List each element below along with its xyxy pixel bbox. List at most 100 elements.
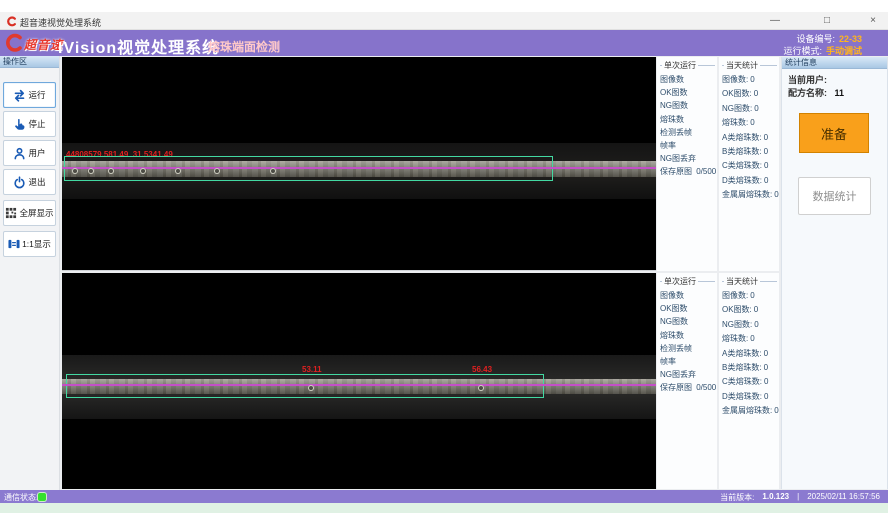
fullscreen-button[interactable]: 全屏显示 [3, 200, 56, 226]
recipe-name-value: 11 [835, 88, 845, 98]
today-title: 当天统计 [726, 276, 758, 287]
stat-row: C类熔珠数:0 [722, 376, 779, 390]
save-raw-label: 保存原图 [660, 383, 692, 392]
camera-view-top[interactable]: 44808579.581.49 31.5341.49 [62, 57, 656, 271]
stat-row-save-raw: 保存原图 0/500 [660, 166, 717, 179]
version-separator: | [797, 492, 799, 503]
stat-row: D类熔珠数:0 [722, 175, 779, 189]
stat-row: 熔珠数:0 [722, 333, 779, 347]
stat-row: 熔珠数:0 [722, 117, 779, 131]
today-title: 当天统计 [726, 60, 758, 71]
exit-button[interactable]: 退出 [3, 169, 56, 195]
stat-row: NG图数:0 [722, 103, 779, 117]
comm-status-indicator [38, 493, 46, 501]
window-titlebar: 超音速视觉处理系统 — □ × [0, 12, 888, 30]
user-icon [13, 147, 26, 160]
status-bar: 通信状态: 当前版本: 1.0.123 | 2025/02/11 16:57:5… [0, 490, 888, 503]
version-area: 当前版本: 1.0.123 | 2025/02/11 16:57:56 [720, 492, 880, 503]
stat-row: 帧率 [660, 140, 717, 153]
stat-row: NG图数:0 [722, 319, 779, 333]
datetime-value: 2025/02/11 16:57:56 [807, 492, 880, 503]
main-area: 操作区 运行 停止 [0, 56, 888, 490]
minimize-button[interactable]: — [760, 13, 790, 29]
stat-row: 图像数:0 [722, 290, 779, 304]
user-button-label: 用户 [28, 147, 45, 159]
exit-button-label: 退出 [28, 176, 45, 188]
one-to-one-icon [8, 238, 20, 250]
single-run-stats-bottom: 单次运行 图像数 OK图数 NG图数 熔珠数 检测丢帧 帧率 NG图丢弃 保存原… [657, 273, 717, 489]
camera1-bead-centerline [62, 167, 656, 169]
single-run-title: 单次运行 [664, 276, 696, 287]
stat-row: 金属屑熔珠数:0 [722, 189, 779, 203]
user-button[interactable]: 用户 [3, 140, 56, 166]
run-button[interactable]: 运行 [3, 82, 56, 108]
camera2-measurement-label-1: 53.11 [302, 365, 322, 374]
stat-row: OK图数:0 [722, 88, 779, 102]
stat-row: 图像数:0 [722, 74, 779, 88]
stop-button[interactable]: 停止 [3, 111, 56, 137]
stat-row: NG图数 [660, 316, 717, 329]
bead-marker [140, 168, 146, 174]
close-button[interactable]: × [858, 13, 888, 29]
sidebar-title: 操作区 [0, 56, 59, 68]
stat-row: OK图数:0 [722, 304, 779, 318]
stat-row: D类熔珠数:0 [722, 391, 779, 405]
stat-row: NG图数 [660, 100, 717, 113]
camera-view-bottom[interactable]: 53.11 56.43 [62, 273, 656, 489]
stat-row: 图像数 [660, 290, 717, 303]
bead-marker [72, 168, 78, 174]
stat-row: OK图数 [660, 303, 717, 316]
stat-row: 检测丢帧 [660, 127, 717, 140]
single-run-stats-top: 单次运行 图像数 OK图数 NG图数 熔珠数 检测丢帧 帧率 NG图丢弃 保存原… [657, 57, 717, 271]
save-raw-value: 0/500 [696, 383, 716, 392]
run-mode-label: 运行模式: [783, 46, 822, 56]
app-title: IVision视觉处理系统 [58, 34, 219, 58]
fullscreen-grid-icon [5, 207, 17, 219]
camera2-roi-rectangle [66, 374, 544, 398]
current-user-label: 当前用户: [788, 75, 827, 85]
window-bottom-edge [0, 503, 888, 513]
today-stats-top: 当天统计 图像数:0 OK图数:0 NG图数:0 熔珠数:0 A类熔珠数:0 B… [719, 57, 779, 271]
maximize-button[interactable]: □ [812, 13, 842, 29]
app-subtitle: 熔珠端面检测 [208, 38, 280, 55]
stat-row: A类熔珠数:0 [722, 348, 779, 362]
comm-status-label: 通信状态: [4, 492, 38, 503]
ivision-app-window: 超音速视觉处理系统 — □ × 超音速 IVision视觉处理系统 熔珠端面检测… [0, 0, 888, 522]
recipe-name-label: 配方名称: [788, 88, 827, 98]
prepare-button[interactable]: 准备 [799, 113, 869, 153]
version-value: 1.0.123 [762, 492, 789, 503]
stat-row-save-raw: 保存原图 0/500 [660, 382, 717, 395]
camera2-bead-centerline [62, 384, 656, 386]
recipe-name-row: 配方名称: 11 [788, 86, 844, 99]
today-stats-bottom: 当天统计 图像数:0 OK图数:0 NG图数:0 熔珠数:0 A类熔珠数:0 B… [719, 273, 779, 489]
stat-row: B类熔珠数:0 [722, 146, 779, 160]
info-panel-title: 统计信息 [782, 57, 887, 69]
app-header: 超音速 IVision视觉处理系统 熔珠端面检测 配方 设置 外侧相机 内侧相机… [0, 30, 888, 56]
fullscreen-button-label: 全屏显示 [19, 207, 53, 219]
run-cycle-icon [13, 89, 26, 102]
power-icon [13, 176, 26, 189]
bead-marker [308, 385, 314, 391]
operation-sidebar: 操作区 运行 停止 [0, 56, 60, 490]
stat-row: 帧率 [660, 356, 717, 369]
bead-marker [175, 168, 181, 174]
stat-row: 熔珠数 [660, 114, 717, 127]
stat-row: C类熔珠数:0 [722, 160, 779, 174]
stat-row: 金属屑熔珠数:0 [722, 405, 779, 419]
stat-row: A类熔珠数:0 [722, 132, 779, 146]
brand-logo-icon [4, 33, 24, 53]
stop-hand-icon [13, 118, 26, 131]
one-to-one-button[interactable]: 1:1显示 [3, 231, 56, 257]
stat-row: 图像数 [660, 74, 717, 87]
bead-marker [88, 168, 94, 174]
save-raw-label: 保存原图 [660, 167, 692, 176]
stat-row: 熔珠数 [660, 330, 717, 343]
stat-row: 检测丢帧 [660, 343, 717, 356]
run-button-label: 运行 [28, 89, 45, 101]
data-statistics-button[interactable]: 数据统计 [798, 177, 871, 215]
bead-marker [270, 168, 276, 174]
camera2-measurement-label-2: 56.43 [472, 365, 492, 374]
device-number-label: 设备编号: [796, 34, 835, 44]
app-logo-icon [6, 16, 17, 27]
stat-row: NG图丢弃 [660, 369, 717, 382]
